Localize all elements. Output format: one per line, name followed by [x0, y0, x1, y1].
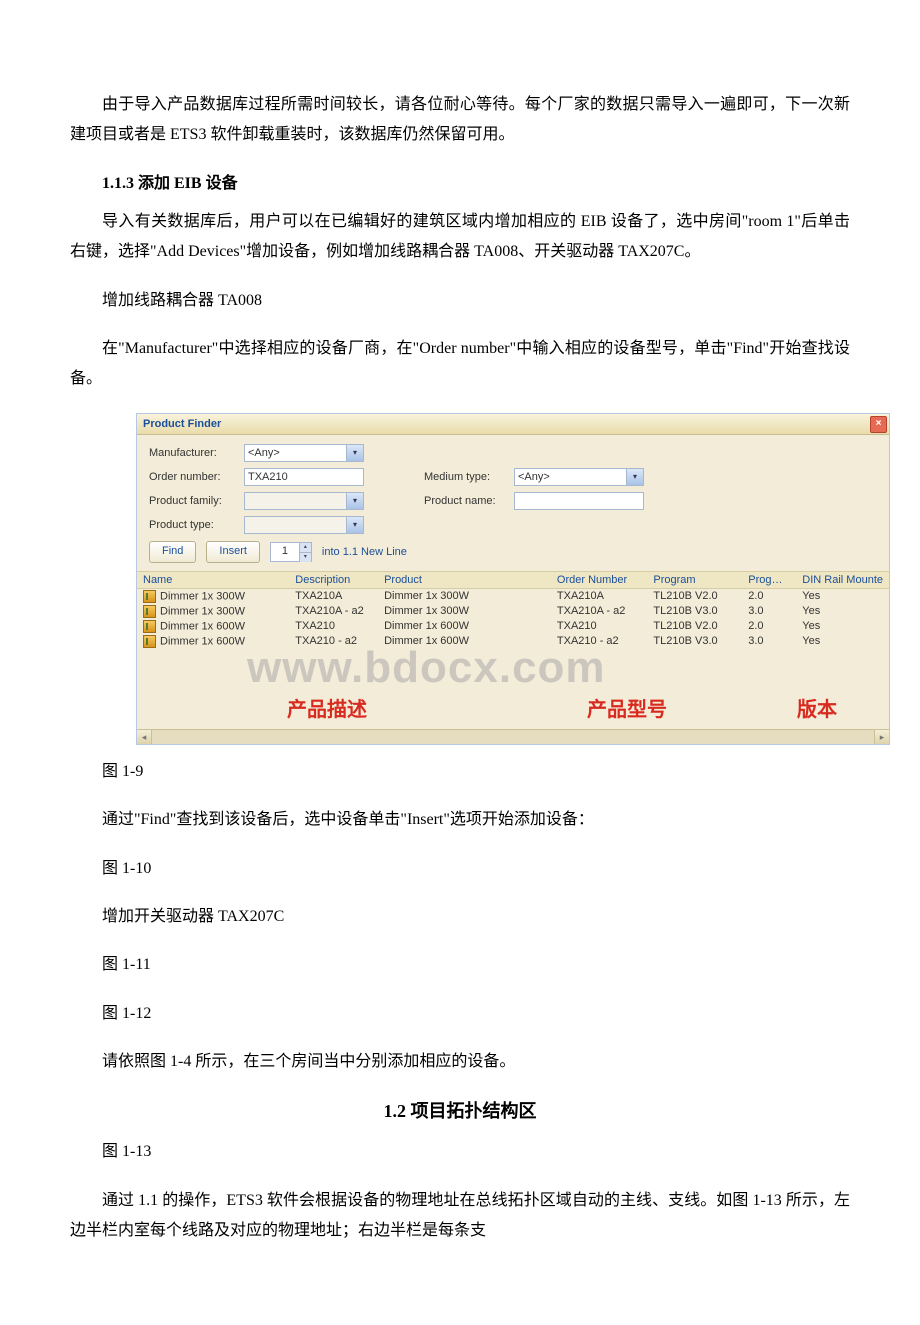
- product-family-label: Product family:: [149, 495, 234, 507]
- table-header: Name Description Product Order Number Pr…: [137, 571, 889, 588]
- order-number-input[interactable]: TXA210: [244, 468, 364, 486]
- cell-prog: 2.0: [742, 588, 796, 604]
- product-finder-dialog: Product Finder × Manufacturer: <Any> ▾ O…: [136, 413, 890, 745]
- device-icon: [143, 590, 156, 603]
- cell-name: Dimmer 1x 300W: [160, 590, 245, 602]
- cell-program: TL210B V2.0: [647, 619, 742, 634]
- paragraph: 通过"Find"查找到该设备后，选中设备单击"Insert"选项开始添加设备：: [70, 805, 850, 835]
- order-number-label: Order number:: [149, 471, 234, 483]
- product-name-input[interactable]: [514, 492, 644, 510]
- col-product[interactable]: Product: [378, 571, 551, 588]
- annotation-labels: 产品描述 产品型号 版本: [137, 693, 889, 722]
- cell-din: Yes: [796, 619, 889, 634]
- dialog-title: Product Finder: [143, 418, 221, 430]
- cell-name: Dimmer 1x 300W: [160, 605, 245, 617]
- manufacturer-label: Manufacturer:: [149, 447, 234, 459]
- cell-product: Dimmer 1x 300W: [378, 588, 551, 604]
- medium-type-value: <Any>: [518, 471, 550, 483]
- figure-caption: 图 1-13: [70, 1137, 850, 1167]
- horizontal-scrollbar[interactable]: ◂ ▸: [137, 729, 889, 744]
- device-icon: [143, 635, 156, 648]
- cell-description: TXA210A: [289, 588, 378, 604]
- annotation-desc: 产品描述: [287, 693, 367, 722]
- cell-description: TXA210: [289, 619, 378, 634]
- product-type-label: Product type:: [149, 519, 234, 531]
- heading-12: 1.2 项目拓扑结构区: [70, 1097, 850, 1123]
- chevron-down-icon: ▾: [626, 469, 643, 485]
- cell-prog: 2.0: [742, 619, 796, 634]
- medium-type-combo[interactable]: <Any> ▾: [514, 468, 644, 486]
- figure-caption: 图 1-10: [70, 854, 850, 884]
- annotation-model: 产品型号: [587, 693, 667, 722]
- dialog-form: Manufacturer: <Any> ▾ Order number: TXA2…: [137, 435, 889, 571]
- find-button[interactable]: Find: [149, 541, 196, 563]
- cell-order: TXA210A: [551, 588, 648, 604]
- product-type-combo[interactable]: ▾: [244, 516, 364, 534]
- medium-type-label: Medium type:: [424, 471, 504, 483]
- cell-product: Dimmer 1x 300W: [378, 604, 551, 619]
- cell-description: TXA210A - a2: [289, 604, 378, 619]
- cell-din: Yes: [796, 634, 889, 649]
- cell-din: Yes: [796, 604, 889, 619]
- col-program[interactable]: Program: [647, 571, 742, 588]
- paragraph: 在"Manufacturer"中选择相应的设备厂商，在"Order number…: [70, 334, 850, 395]
- watermark-text: www.bdocx.com: [247, 643, 606, 693]
- product-name-label: Product name:: [424, 495, 504, 507]
- cell-order: TXA210: [551, 619, 648, 634]
- table-row[interactable]: Dimmer 1x 300W TXA210A Dimmer 1x 300W TX…: [137, 588, 889, 604]
- scroll-left-icon[interactable]: ◂: [137, 730, 152, 744]
- paragraph: 由于导入产品数据库过程所需时间较长，请各位耐心等待。每个厂家的数据只需导入一遍即…: [70, 90, 850, 151]
- col-order-number[interactable]: Order Number: [551, 571, 648, 588]
- quantity-stepper[interactable]: 1 ▴▾: [270, 542, 312, 562]
- col-prog[interactable]: Prog…: [742, 571, 796, 588]
- insert-button[interactable]: Insert: [206, 541, 260, 563]
- manufacturer-value: <Any>: [248, 447, 280, 459]
- spin-down-icon[interactable]: ▾: [299, 553, 311, 562]
- figure-caption: 图 1-9: [70, 757, 850, 787]
- figure-caption: 图 1-12: [70, 999, 850, 1029]
- into-label: into 1.1 New Line: [322, 546, 407, 558]
- col-name[interactable]: Name: [137, 571, 289, 588]
- table-row[interactable]: Dimmer 1x 600W TXA210 Dimmer 1x 600W TXA…: [137, 619, 889, 634]
- dialog-titlebar: Product Finder ×: [137, 414, 889, 435]
- cell-name: Dimmer 1x 600W: [160, 620, 245, 632]
- cell-program: TL210B V3.0: [647, 604, 742, 619]
- col-din[interactable]: DIN Rail Mounte: [796, 571, 889, 588]
- results-table: Name Description Product Order Number Pr…: [137, 571, 889, 649]
- table-row[interactable]: Dimmer 1x 300W TXA210A - a2 Dimmer 1x 30…: [137, 604, 889, 619]
- product-family-combo[interactable]: ▾: [244, 492, 364, 510]
- chevron-down-icon: ▾: [346, 517, 363, 533]
- close-icon[interactable]: ×: [870, 416, 887, 433]
- watermark-area: www.bdocx.com 产品描述 产品型号 版本: [137, 649, 889, 729]
- cell-product: Dimmer 1x 600W: [378, 619, 551, 634]
- paragraph: 导入有关数据库后，用户可以在已编辑好的建筑区域内增加相应的 EIB 设备了，选中…: [70, 207, 850, 268]
- col-description[interactable]: Description: [289, 571, 378, 588]
- paragraph: 增加线路耦合器 TA008: [70, 286, 850, 316]
- paragraph: 请依照图 1-4 所示，在三个房间当中分别添加相应的设备。: [70, 1047, 850, 1077]
- cell-prog: 3.0: [742, 634, 796, 649]
- device-icon: [143, 620, 156, 633]
- device-icon: [143, 605, 156, 618]
- figure-caption: 图 1-11: [70, 950, 850, 980]
- scroll-right-icon[interactable]: ▸: [874, 730, 889, 744]
- paragraph: 通过 1.1 的操作，ETS3 软件会根据设备的物理地址在总线拓扑区域自动的主线…: [70, 1186, 850, 1247]
- chevron-down-icon: ▾: [346, 445, 363, 461]
- heading-113: 1.1.3 添加 EIB 设备: [70, 169, 850, 193]
- quantity-value: 1: [282, 545, 288, 557]
- cell-program: TL210B V2.0: [647, 588, 742, 604]
- cell-name: Dimmer 1x 600W: [160, 635, 245, 647]
- cell-order: TXA210A - a2: [551, 604, 648, 619]
- chevron-down-icon: ▾: [346, 493, 363, 509]
- manufacturer-combo[interactable]: <Any> ▾: [244, 444, 364, 462]
- cell-program: TL210B V3.0: [647, 634, 742, 649]
- paragraph: 增加开关驱动器 TAX207C: [70, 902, 850, 932]
- annotation-version: 版本: [797, 693, 837, 722]
- spin-up-icon[interactable]: ▴: [299, 543, 311, 553]
- cell-din: Yes: [796, 588, 889, 604]
- cell-prog: 3.0: [742, 604, 796, 619]
